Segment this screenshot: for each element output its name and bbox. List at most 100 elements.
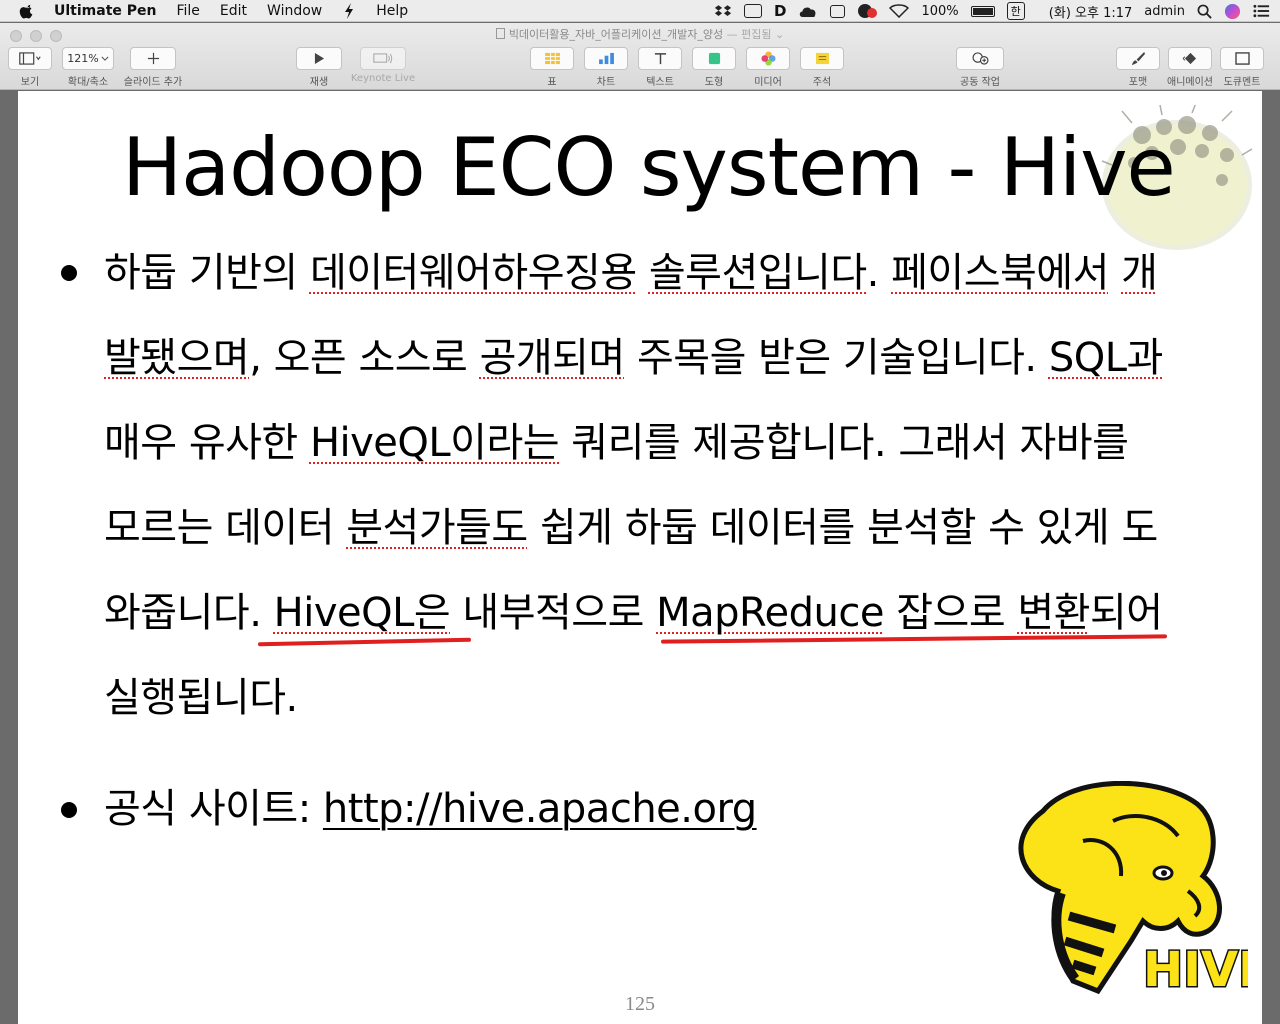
document-title[interactable]: 빅데이터활용_자바_어플리케이션_개발자_양성 bbox=[509, 28, 723, 41]
play-button[interactable] bbox=[296, 47, 342, 70]
zoom-select[interactable]: 121% bbox=[62, 47, 114, 70]
collaborate-label: 공동 작업 bbox=[960, 77, 1000, 88]
comment-label: 주석 bbox=[812, 77, 832, 88]
zoom-label: 확대/축소 bbox=[67, 77, 109, 88]
plus-icon bbox=[147, 52, 159, 65]
bullet-line[interactable]: 모르는 데이터 분석가들도 쉽게 하둡 데이터를 분석할 수 있게 도 bbox=[104, 486, 1158, 571]
table-label: 표 bbox=[547, 77, 557, 88]
text-run: . bbox=[866, 250, 892, 296]
shape-icon bbox=[708, 52, 720, 65]
menu-bar: Ultimate Pen File Edit Window Help D 100… bbox=[0, 0, 1280, 22]
text-run: 쿼리를 제공합니다. 그래서 자바를 bbox=[559, 420, 1129, 466]
slide-title[interactable]: Hadoop ECO system - Hive bbox=[122, 121, 1176, 214]
pen-tool-icon[interactable] bbox=[342, 2, 356, 20]
official-site-link[interactable]: http://hive.apache.org bbox=[323, 786, 757, 832]
text-run: 되어 bbox=[1089, 590, 1163, 636]
misspelled-word: 솔루션입니다 bbox=[648, 250, 867, 296]
wifi-icon[interactable] bbox=[889, 4, 910, 18]
notification-badge-icon[interactable] bbox=[857, 3, 878, 19]
slide-page-number: 125 bbox=[625, 993, 655, 1015]
sidebar-view-icon bbox=[19, 52, 41, 65]
bullet-line[interactable]: 매우 유사한 HiveQL이라는 쿼리를 제공합니다. 그래서 자바를 bbox=[104, 401, 1129, 486]
hive-logo-icon: HIVE bbox=[1018, 781, 1248, 996]
siri-icon[interactable] bbox=[1224, 3, 1241, 20]
shape-button[interactable] bbox=[692, 47, 736, 70]
screen-share-icon[interactable] bbox=[830, 4, 846, 18]
misspelled-word: 분석가들도 bbox=[346, 505, 528, 551]
document-panel-icon bbox=[1234, 52, 1250, 65]
document-icon bbox=[495, 28, 505, 39]
document-label: 도큐멘트 bbox=[1223, 77, 1261, 88]
menu-edit[interactable]: Edit bbox=[220, 3, 247, 19]
text-run: 공식 사이트: bbox=[104, 786, 323, 832]
zoom-value: 121% bbox=[67, 52, 99, 65]
misspelled-word: 페이스북에서 bbox=[891, 250, 1109, 296]
table-icon bbox=[544, 52, 560, 65]
text-button[interactable] bbox=[638, 47, 682, 70]
misspelled-word: 공개되며 bbox=[479, 335, 626, 381]
menubar-clock[interactable]: (화) 오후 1:17 bbox=[1049, 2, 1132, 21]
d-app-icon[interactable]: D bbox=[774, 2, 786, 20]
text-run: 와줍니다. bbox=[104, 590, 274, 636]
add-slide-label: 슬라이드 추가 bbox=[123, 77, 183, 88]
spotlight-search-icon[interactable] bbox=[1197, 4, 1212, 19]
view-button[interactable] bbox=[8, 47, 52, 70]
bullet-line[interactable]: 하둡 기반의 데이터웨어하우징용 솔루션입니다. 페이스북에서 개 bbox=[104, 231, 1158, 316]
cloud-icon[interactable] bbox=[798, 5, 818, 18]
photos-icon bbox=[760, 51, 776, 66]
shape-label: 도형 bbox=[704, 77, 724, 88]
keynote-live-label: Keynote Live bbox=[350, 73, 416, 84]
text-run: 주목을 받은 기술입니다. bbox=[624, 335, 1049, 381]
edited-status[interactable]: — 편집됨 ⌄ bbox=[727, 28, 785, 41]
bullet-line[interactable]: 공식 사이트: http://hive.apache.org bbox=[104, 767, 757, 852]
text-run: 하둡 기반의 bbox=[104, 250, 310, 296]
chart-button[interactable] bbox=[584, 47, 628, 70]
menu-help[interactable]: Help bbox=[376, 3, 408, 19]
menubar-user[interactable]: admin bbox=[1144, 4, 1185, 19]
menu-file[interactable]: File bbox=[176, 3, 199, 19]
hive-logo-text: HIVE bbox=[1143, 942, 1248, 996]
notification-center-icon[interactable] bbox=[1253, 4, 1270, 18]
text-run: 실행됩니다. bbox=[104, 675, 298, 721]
play-icon bbox=[314, 53, 324, 64]
chevron-down-icon bbox=[101, 56, 109, 61]
collaborate-button[interactable] bbox=[956, 47, 1004, 70]
misspelled-word: 변환 bbox=[1017, 590, 1090, 636]
bullet-line[interactable]: 실행됩니다. bbox=[104, 656, 298, 741]
battery-icon[interactable] bbox=[970, 5, 995, 17]
slide-canvas[interactable]: Hadoop ECO system - Hive 하둡 기반의 데이터웨어하우징… bbox=[18, 91, 1262, 1024]
media-label: 미디어 bbox=[754, 77, 782, 88]
input-method-indicator[interactable]: 한 bbox=[1006, 2, 1025, 20]
menu-window[interactable]: Window bbox=[267, 3, 322, 19]
paintbrush-icon bbox=[1131, 51, 1145, 66]
chart-label: 차트 bbox=[596, 77, 616, 88]
table-button[interactable] bbox=[530, 47, 574, 70]
dropbox-icon[interactable] bbox=[714, 4, 732, 19]
battery-percent: 100% bbox=[921, 3, 959, 19]
text-label: 텍스트 bbox=[646, 77, 674, 88]
play-label: 재생 bbox=[309, 77, 329, 88]
window-toolbar: 빅데이터활용_자바_어플리케이션_개발자_양성 — 편집됨 ⌄ 보기 121% … bbox=[0, 23, 1280, 90]
text-run: 잡으로 bbox=[884, 590, 1018, 636]
misspelled-word: 개 bbox=[1121, 250, 1158, 296]
text-run bbox=[1109, 250, 1121, 296]
animate-button[interactable] bbox=[1168, 47, 1212, 70]
misspelled-word: 데이터웨어하우징용 bbox=[309, 250, 637, 296]
document-button[interactable] bbox=[1220, 47, 1264, 70]
format-button[interactable] bbox=[1116, 47, 1160, 70]
bullet-line[interactable]: 발됐으며, 오픈 소스로 공개되며 주목을 받은 기술입니다. SQL과 bbox=[104, 316, 1163, 401]
comment-button[interactable] bbox=[800, 47, 844, 70]
add-slide-button[interactable] bbox=[130, 47, 176, 70]
text-run: 쉽게 하둡 데이터를 분석할 수 있게 도 bbox=[527, 505, 1158, 551]
media-button[interactable] bbox=[746, 47, 790, 70]
text-icon bbox=[654, 53, 666, 65]
view-label: 보기 bbox=[20, 77, 40, 88]
misspelled-word: 발됐으며 bbox=[104, 335, 250, 381]
bullet-point bbox=[61, 265, 77, 281]
text-run: , 오픈 소스로 bbox=[249, 335, 480, 381]
command-icon[interactable] bbox=[744, 4, 763, 18]
app-menu[interactable]: Ultimate Pen bbox=[54, 3, 156, 19]
keynote-live-button[interactable] bbox=[360, 47, 406, 70]
apple-logo-icon[interactable] bbox=[18, 2, 36, 20]
keynote-live-icon bbox=[373, 53, 393, 64]
